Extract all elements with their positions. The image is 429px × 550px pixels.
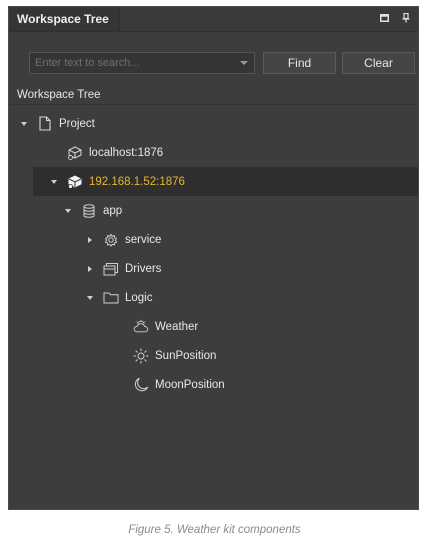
caret-down-icon[interactable]	[21, 121, 27, 126]
server-connected-icon	[67, 174, 83, 190]
document-icon	[37, 116, 53, 132]
expand-spacer	[115, 351, 125, 361]
folder-icon	[103, 290, 119, 306]
window-controls	[378, 12, 412, 24]
tree-node-label: app	[103, 204, 123, 217]
tree-node-service[interactable]: service	[85, 225, 161, 254]
search-combobox[interactable]	[29, 52, 255, 74]
tree-node-label: MoonPosition	[155, 378, 225, 391]
tree-node-label: 192.168.1.52:1876	[89, 175, 185, 188]
tree-node-label: Logic	[125, 291, 153, 304]
pin-icon[interactable]	[400, 12, 412, 24]
caret-down-icon[interactable]	[51, 179, 57, 184]
maximize-icon[interactable]	[378, 12, 390, 24]
caret-down-icon[interactable]	[65, 208, 71, 213]
expand-spacer	[115, 322, 125, 332]
tree-node-label: Project	[59, 117, 95, 130]
section-label: Workspace Tree	[9, 85, 418, 105]
tree-node-label: Drivers	[125, 262, 162, 275]
expand-spacer	[49, 148, 59, 158]
expand-toggle[interactable]	[85, 264, 95, 274]
tree-node-sunposition[interactable]: SunPosition	[115, 341, 216, 370]
gear-icon	[103, 232, 119, 248]
expand-toggle[interactable]	[85, 235, 95, 245]
database-icon	[81, 203, 97, 219]
chevron-down-icon[interactable]	[240, 61, 248, 65]
server-icon	[67, 145, 83, 161]
tree-node-label: service	[125, 233, 162, 246]
tree-node-label: localhost:1876	[89, 146, 164, 159]
tree-node-logic[interactable]: Logic	[85, 283, 153, 312]
caret-down-icon[interactable]	[87, 295, 93, 300]
tree-node-localhost[interactable]: localhost:1876	[49, 138, 163, 167]
search-input[interactable]	[30, 53, 235, 73]
weather-icon	[133, 319, 149, 335]
expand-toggle[interactable]	[49, 177, 59, 187]
tree-node-remote-host[interactable]: 192.168.1.52:1876	[33, 167, 418, 196]
figure-caption: Figure 5. Weather kit components	[128, 524, 301, 536]
search-row: Find Clear	[29, 52, 415, 74]
tree-node-label: SunPosition	[155, 349, 217, 362]
find-button[interactable]: Find	[263, 52, 336, 74]
drivers-icon	[103, 261, 119, 277]
expand-spacer	[115, 380, 125, 390]
panel-title-tab[interactable]: Workspace Tree	[9, 7, 120, 31]
caret-right-icon[interactable]	[88, 265, 92, 272]
tree-node-drivers[interactable]: Drivers	[85, 254, 161, 283]
expand-toggle[interactable]	[63, 206, 73, 216]
expand-toggle[interactable]	[85, 293, 95, 303]
expand-toggle[interactable]	[19, 119, 29, 129]
workspace-tree-panel: Workspace Tree Find Clear Workspace Tree…	[8, 6, 419, 510]
clear-button[interactable]: Clear	[342, 52, 415, 74]
panel-title-bar: Workspace Tree	[9, 7, 418, 32]
tree-node-label: Weather	[155, 320, 199, 333]
tree-node-project[interactable]: Project	[19, 109, 95, 138]
tree-node-weather[interactable]: Weather	[115, 312, 198, 341]
moon-icon	[133, 377, 149, 393]
sun-icon	[133, 348, 149, 364]
tree-node-moonposition[interactable]: MoonPosition	[115, 370, 225, 399]
caret-right-icon[interactable]	[88, 236, 92, 243]
tree-node-app[interactable]: app	[63, 196, 122, 225]
